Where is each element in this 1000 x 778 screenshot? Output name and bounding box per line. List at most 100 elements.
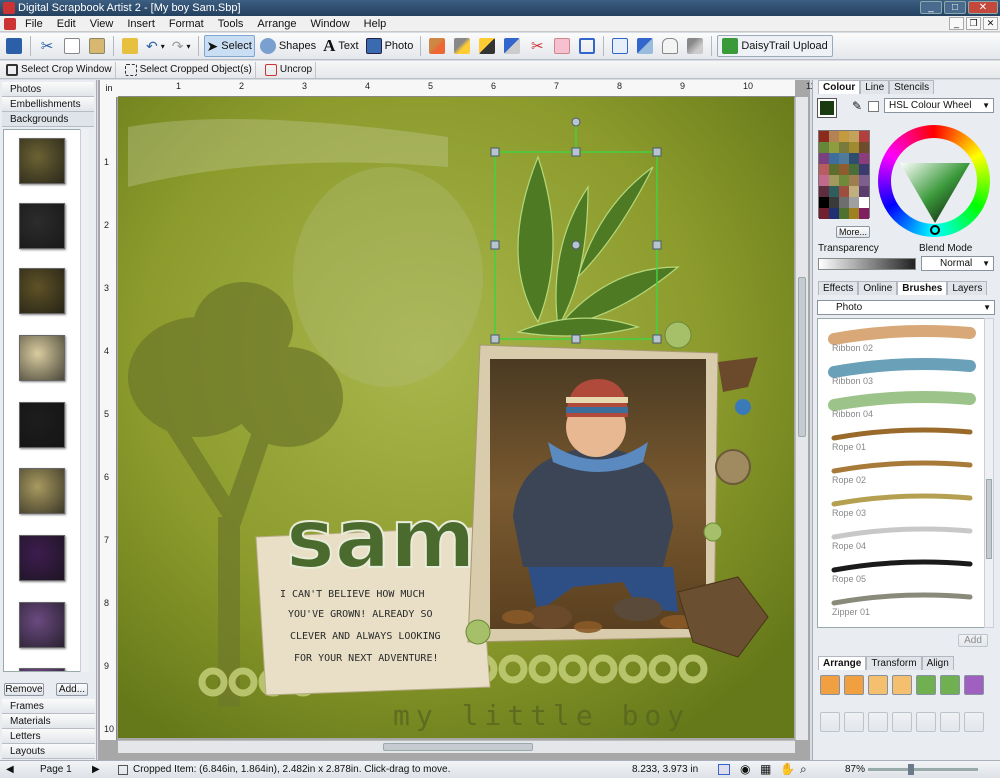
scrapbook-page[interactable]: sam I CAN'T BELIEVE HOW MUCH YOU'VE GROW… (118, 97, 794, 738)
tab-brushes[interactable]: Brushes (897, 281, 948, 295)
colour-swatch[interactable] (849, 197, 859, 208)
tab-colour[interactable]: Colour (818, 80, 861, 94)
colour-swatch[interactable] (829, 186, 839, 197)
hsl-colour-wheel[interactable] (878, 125, 990, 237)
pencil-tool-button[interactable] (476, 35, 498, 57)
page-view-icon[interactable] (718, 764, 730, 775)
brush-item[interactable]: Ribbon 04 (820, 389, 980, 419)
menu-edit[interactable]: Edit (50, 16, 83, 32)
brush-scrollbar[interactable] (984, 318, 994, 628)
ungroup-button[interactable] (844, 712, 864, 732)
select-tool-button[interactable]: ➤ Select (203, 35, 255, 57)
send-backward-button[interactable] (868, 675, 888, 695)
vertical-scrollbar[interactable] (795, 97, 808, 740)
pen-tool-button[interactable] (501, 35, 523, 57)
menu-tools[interactable]: Tools (211, 16, 251, 32)
colour-swatch[interactable] (819, 142, 829, 153)
colour-swatch[interactable] (819, 197, 829, 208)
tab-effects[interactable]: Effects (818, 281, 859, 295)
tab-frames[interactable]: Frames (2, 699, 95, 714)
colour-swatch[interactable] (819, 186, 829, 197)
background-thumbnail[interactable] (19, 335, 65, 381)
undo-button[interactable]: ↶ ▾ (144, 35, 167, 57)
colour-palette[interactable] (818, 130, 870, 219)
colour-triangle[interactable] (878, 125, 990, 237)
colour-swatch[interactable] (819, 164, 829, 175)
bring-forward-button[interactable] (844, 675, 864, 695)
doc-restore-button[interactable]: ❐ (966, 17, 981, 30)
colour-swatch[interactable] (839, 142, 849, 153)
colour-swatch[interactable] (849, 175, 859, 186)
grid-icon[interactable]: ▦ (760, 761, 771, 778)
photo-tool-button[interactable]: Photo (364, 35, 416, 57)
background-thumbnail[interactable] (19, 535, 65, 581)
fill-colour-swatch[interactable] (817, 98, 837, 118)
menu-view[interactable]: View (83, 16, 121, 32)
transparency-tool-button[interactable] (659, 35, 681, 57)
colour-swatch[interactable] (829, 197, 839, 208)
break-apart-button[interactable] (892, 712, 912, 732)
colour-swatch[interactable] (829, 164, 839, 175)
brush-item[interactable]: Rope 01 (820, 422, 980, 452)
colour-swatch[interactable] (819, 153, 829, 164)
menu-format[interactable]: Format (162, 16, 211, 32)
background-thumbnail[interactable] (19, 138, 65, 184)
colour-swatch[interactable] (849, 186, 859, 197)
send-to-back-button[interactable] (892, 675, 912, 695)
shapes-tool-button[interactable]: Shapes (258, 35, 318, 57)
colour-swatch[interactable] (819, 131, 829, 142)
colour-swatch[interactable] (849, 131, 859, 142)
eye-icon[interactable]: ◉ (740, 761, 750, 778)
tab-align[interactable]: Align (921, 656, 954, 670)
tab-layouts[interactable]: Layouts (2, 744, 95, 759)
pan-hand-icon[interactable]: ✋ (780, 761, 795, 778)
menu-insert[interactable]: Insert (120, 16, 162, 32)
subtract-button[interactable] (964, 712, 984, 732)
zoom-level[interactable]: 87% (845, 761, 865, 778)
background-thumbnail[interactable] (19, 668, 65, 671)
select-cropped-objects-button[interactable]: Select Cropped Object(s) (122, 61, 256, 78)
group-button[interactable] (820, 712, 840, 732)
zoom-slider[interactable] (868, 768, 978, 771)
brush-scroll-thumb[interactable] (986, 479, 992, 559)
remove-button[interactable]: Remove (4, 683, 44, 696)
close-button[interactable]: ✕ (968, 1, 998, 14)
next-page-button[interactable]: ▶ (92, 761, 100, 778)
colour-swatch[interactable] (829, 153, 839, 164)
menu-window[interactable]: Window (304, 16, 357, 32)
background-thumbnail[interactable] (19, 468, 65, 514)
colour-swatch[interactable] (849, 208, 859, 219)
brush-item[interactable]: Rope 04 (820, 521, 980, 551)
tab-line[interactable]: Line (860, 80, 890, 94)
brush-item[interactable]: Zipper 01 (820, 587, 980, 617)
colour-swatch[interactable] (859, 164, 869, 175)
tab-stencils[interactable]: Stencils (889, 80, 935, 94)
eraser-tool-button[interactable] (551, 35, 573, 57)
menu-help[interactable]: Help (357, 16, 394, 32)
horizontal-scrollbar[interactable] (118, 740, 795, 753)
cut-button[interactable]: ✂ (36, 35, 58, 57)
tab-backgrounds[interactable]: Backgrounds (2, 112, 94, 127)
colour-swatch[interactable] (859, 142, 869, 153)
rotate-button[interactable] (964, 675, 984, 695)
blend-mode-select[interactable]: Normal ▼ (921, 256, 994, 271)
tab-online[interactable]: Online (858, 281, 898, 295)
colour-swatch[interactable] (839, 131, 849, 142)
colour-swatch[interactable] (829, 175, 839, 186)
more-colours-button[interactable]: More... (836, 226, 870, 238)
colour-swatch[interactable] (849, 153, 859, 164)
colour-swatch[interactable] (839, 208, 849, 219)
colour-swatch[interactable] (819, 175, 829, 186)
colour-swatch[interactable] (839, 186, 849, 197)
rectangle-tool-button[interactable] (609, 35, 631, 57)
colour-swatch[interactable] (839, 164, 849, 175)
colour-swatch[interactable] (859, 153, 869, 164)
tab-photos[interactable]: Photos (2, 82, 94, 97)
flip-horizontal-button[interactable] (916, 675, 936, 695)
intersect-button[interactable] (940, 712, 960, 732)
colour-model-select[interactable]: HSL Colour Wheel ▼ (884, 98, 994, 113)
background-thumbnail[interactable] (19, 602, 65, 648)
add-button[interactable]: Add... (56, 683, 88, 696)
brush-item[interactable]: Rope 05 (820, 554, 980, 584)
brush-category-select[interactable]: Photo ▼ (817, 300, 995, 315)
